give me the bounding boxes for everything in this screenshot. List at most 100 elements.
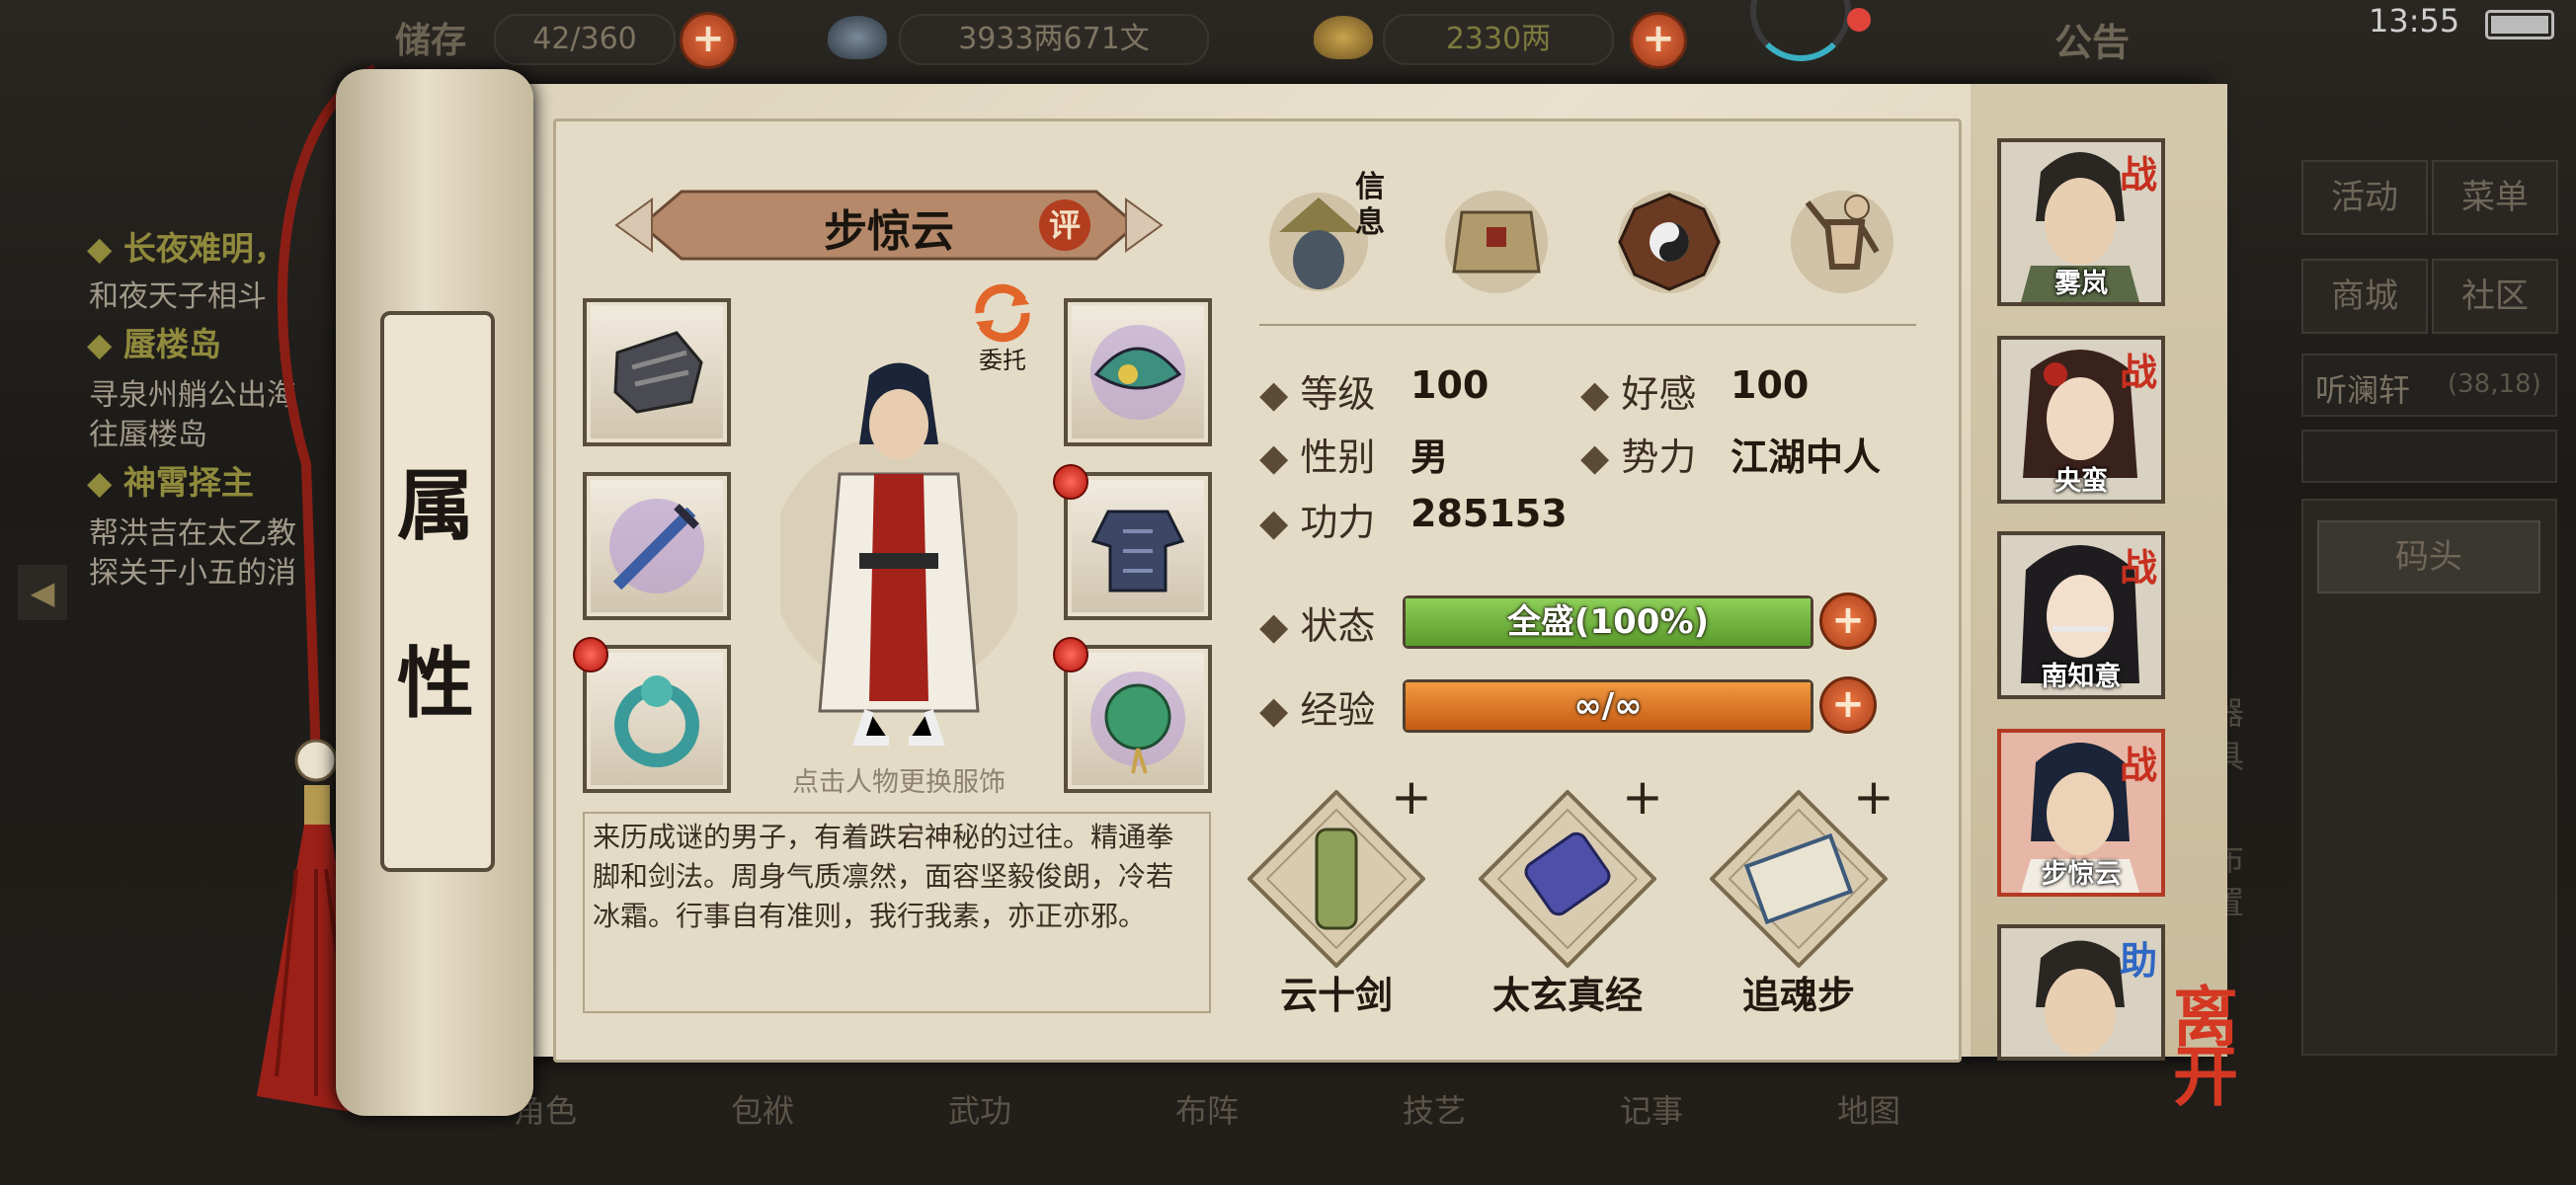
support-badge: 助 [2119, 938, 2157, 983]
battle-badge: 战 [2119, 350, 2157, 394]
quest-title-3[interactable]: ◆ 神霄择主 [87, 456, 254, 504]
party-member-card-active[interactable]: 战 步惊云 [1997, 729, 2165, 897]
money-value: 3933两671文 [899, 14, 1209, 65]
skill-name: 追魂步 [1741, 974, 1855, 1017]
silver-icon [828, 16, 887, 59]
gold-ingot-icon [1314, 16, 1373, 59]
swap-icon [975, 283, 1030, 343]
upgrade-dot [1053, 464, 1088, 500]
community-button[interactable]: 社区 [2432, 259, 2558, 334]
party-member-name: 雾岚 [2054, 269, 2108, 299]
notice-button[interactable]: 公告 [2054, 12, 2130, 66]
bottom-tab-skill[interactable]: 技艺 [1403, 1086, 1551, 1185]
rate-button[interactable]: 评 [1039, 199, 1090, 251]
affinity-label: ◆ 好感 [1580, 372, 1697, 416]
equip-slot-armor[interactable] [1064, 472, 1212, 620]
status-label: ◆ 状态 [1259, 604, 1376, 648]
bottom-tab-role[interactable]: 角色 [514, 1086, 662, 1185]
notification-dot [1847, 8, 1871, 32]
quest-text-1: 和夜天子相斗 [89, 279, 267, 314]
party-member-name: 步惊云 [2041, 859, 2122, 890]
outfit-tab-icon[interactable] [1432, 173, 1561, 301]
bagua-tab-icon[interactable] [1605, 173, 1733, 301]
jade-pendant-icon [1090, 672, 1185, 774]
skill-plus-icon[interactable]: + [1391, 768, 1432, 826]
skill-plus-icon[interactable]: + [1853, 768, 1894, 826]
level-label: ◆ 等级 [1259, 372, 1376, 416]
gold-value: 2330两 [1383, 14, 1614, 65]
hat-icon [1090, 325, 1185, 420]
party-member-name: 南知意 [2041, 662, 2122, 692]
upgrade-dot [573, 637, 608, 672]
delegate-label: 委托 [979, 347, 1026, 374]
location-bar: 听澜轩 (38,18) [2301, 354, 2557, 417]
upgrade-dot [1053, 637, 1088, 672]
faction-value: 江湖中人 [1731, 435, 1882, 479]
party-member-card[interactable]: 战 央蛮 [1997, 336, 2165, 504]
character-figure[interactable] [780, 356, 1017, 750]
location-coords: (38,18) [2448, 369, 2541, 399]
power-label: ◆ 功力 [1259, 501, 1376, 544]
gender-label: ◆ 性别 [1259, 435, 1376, 479]
armor-icon [1090, 510, 1185, 592]
leave-button[interactable]: 离开 [2173, 985, 2301, 1116]
body-tab-icon[interactable] [1778, 173, 1906, 301]
gender-value: 男 [1410, 435, 1449, 479]
bottom-tab-journal[interactable]: 记事 [1620, 1086, 1768, 1185]
equip-slot-ring[interactable] [583, 645, 731, 793]
jade-ring-icon [614, 675, 699, 767]
menu-button[interactable]: 菜单 [2432, 160, 2558, 235]
party-member-card[interactable]: 战 雾岚 [1997, 138, 2165, 306]
battery-icon [2485, 10, 2554, 40]
bottom-tab-bag[interactable]: 包袱 [731, 1086, 879, 1185]
power-value: 285153 [1410, 492, 1568, 535]
info-tab-label: 信息 [1355, 170, 1385, 240]
bottom-tab-formation[interactable]: 布阵 [1175, 1086, 1324, 1185]
equip-slot-gauntlet[interactable] [583, 298, 731, 446]
add-gold-button[interactable]: + [1630, 12, 1687, 69]
battle-badge: 战 [2119, 743, 2157, 787]
change-outfit-hint: 点击人物更换服饰 [792, 767, 1006, 798]
mini-map-strip[interactable] [2301, 430, 2557, 483]
gauntlet-icon [613, 331, 703, 414]
scroll-title-char: 性 [396, 639, 474, 729]
compass-icon[interactable] [1750, 0, 1851, 61]
equip-slot-weapon[interactable] [583, 472, 731, 620]
quest-title-2[interactable]: ◆ 蜃楼岛 [87, 318, 221, 365]
add-capacity-button[interactable]: + [680, 12, 737, 69]
skill-name: 太玄真经 [1491, 974, 1643, 1017]
dock-button[interactable]: 码头 [2317, 520, 2540, 593]
character-name: 步惊云 [824, 206, 954, 257]
skill-plus-icon[interactable]: + [1622, 768, 1663, 826]
scroll-title-box [380, 311, 495, 872]
status-bar: 全盛(100%) [1403, 595, 1813, 649]
party-member-name: 央蛮 [2054, 466, 2108, 497]
equip-slot-hat[interactable] [1064, 298, 1212, 446]
activity-button[interactable]: 活动 [2301, 160, 2428, 235]
character-description: 来历成谜的男子，有着跌宕神秘的过往。精通拳脚和剑法。周身气质凛然，面容坚毅俊朗，… [593, 821, 1174, 932]
level-value: 100 [1410, 363, 1489, 407]
battle-badge: 战 [2119, 545, 2157, 590]
exp-bar: ∞/∞ [1403, 679, 1813, 733]
sword-icon [609, 499, 704, 593]
mall-button[interactable]: 商城 [2301, 259, 2428, 334]
affinity-value: 100 [1731, 363, 1810, 407]
capacity-value: 42/360 [494, 14, 676, 65]
exp-bar-text: ∞/∞ [1573, 686, 1643, 726]
party-member-card[interactable]: 助 [1997, 924, 2165, 1061]
collapse-arrow-icon[interactable]: ◀ [18, 565, 67, 620]
battle-badge: 战 [2119, 152, 2157, 197]
scroll-title-char: 属 [396, 461, 474, 551]
faction-label: ◆ 势力 [1580, 435, 1697, 479]
party-member-card[interactable]: 战 南知意 [1997, 531, 2165, 699]
skill-name: 云十剑 [1279, 974, 1393, 1017]
bottom-tab-map[interactable]: 地图 [1837, 1086, 1985, 1185]
clock: 13:55 [2369, 2, 2460, 40]
restore-status-button[interactable]: + [1819, 592, 1877, 650]
bottom-tab-martial[interactable]: 武功 [948, 1086, 1096, 1185]
add-exp-button[interactable]: + [1819, 676, 1877, 734]
equip-slot-accessory[interactable] [1064, 645, 1212, 793]
divider [1259, 324, 1916, 326]
region-panel: 码头 [2301, 499, 2557, 1056]
exp-label: ◆ 经验 [1259, 688, 1376, 732]
